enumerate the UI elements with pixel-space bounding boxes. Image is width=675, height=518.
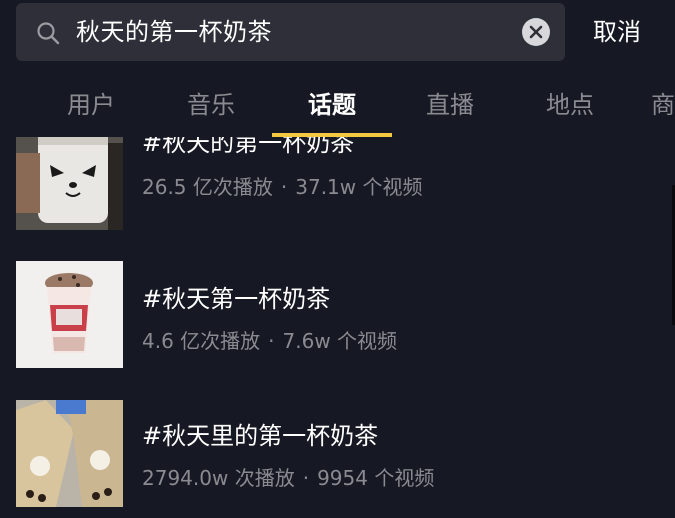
close-icon: [529, 25, 543, 39]
search-icon: [37, 22, 60, 45]
topic-stats: 26.5 亿次播放 · 37.1w 个视频: [142, 171, 423, 200]
tab-topics[interactable]: 话题: [272, 72, 392, 138]
topic-results-list: #秋天的第一杯奶茶 26.5 亿次播放 · 37.1w 个视频 #秋天第一杯奶茶…: [0, 137, 675, 518]
topic-thumbnail: [16, 400, 123, 507]
video-count: 37.1w 个视频: [295, 175, 423, 199]
cancel-button[interactable]: 取消: [593, 3, 641, 61]
clear-search-button[interactable]: [522, 18, 550, 46]
search-results-page: 秋天的第一杯奶茶 取消 用户 音乐 话题 直播 地点 商 #秋天的第一杯奶茶 2…: [0, 0, 675, 518]
list-item[interactable]: #秋天第一杯奶茶 4.6 亿次播放 · 7.6w 个视频: [0, 261, 675, 371]
search-bar[interactable]: 秋天的第一杯奶茶: [16, 3, 565, 61]
list-item[interactable]: #秋天里的第一杯奶茶 2794.0w 次播放 · 9954 个视频: [0, 400, 675, 510]
topic-stats: 2794.0w 次播放 · 9954 个视频: [142, 462, 434, 491]
topic-thumbnail: [16, 137, 123, 230]
tab-users[interactable]: 用户: [31, 72, 151, 138]
search-tabs: 用户 音乐 话题 直播 地点 商: [0, 72, 675, 138]
list-item[interactable]: #秋天的第一杯奶茶 26.5 亿次播放 · 37.1w 个视频: [0, 137, 675, 233]
tab-music[interactable]: 音乐: [151, 72, 271, 138]
stats-separator: ·: [280, 175, 288, 199]
tab-live[interactable]: 直播: [390, 72, 510, 138]
play-count: 4.6 亿次播放: [142, 329, 261, 353]
topic-title: #秋天里的第一杯奶茶: [142, 422, 379, 450]
video-count: 9954 个视频: [317, 466, 435, 490]
play-count: 2794.0w 次播放: [142, 466, 295, 490]
play-count: 26.5 亿次播放: [142, 175, 273, 199]
tab-shop[interactable]: 商: [603, 72, 675, 138]
stats-separator: ·: [268, 329, 275, 353]
topic-title: #秋天第一杯奶茶: [142, 285, 331, 313]
topic-stats: 4.6 亿次播放 · 7.6w 个视频: [142, 325, 397, 354]
stats-separator: ·: [302, 466, 310, 490]
search-input[interactable]: 秋天的第一杯奶茶: [76, 3, 272, 61]
video-count: 7.6w 个视频: [282, 329, 398, 353]
topic-thumbnail: [16, 261, 123, 368]
topic-title: #秋天的第一杯奶茶: [142, 137, 355, 157]
